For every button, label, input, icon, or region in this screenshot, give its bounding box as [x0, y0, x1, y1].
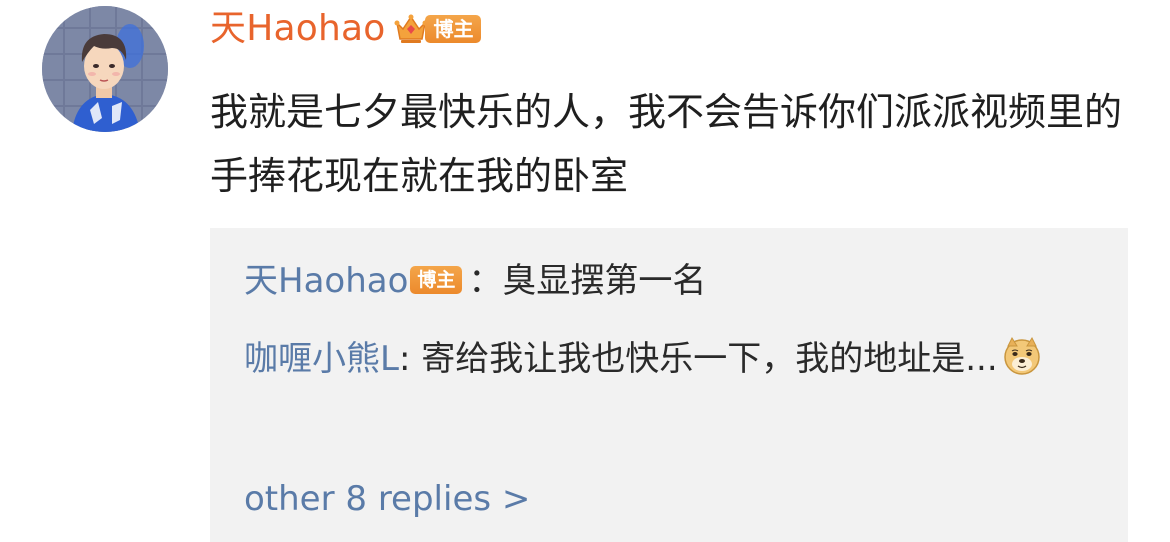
- reply-separator: :: [398, 339, 422, 379]
- reply-item[interactable]: 天Haohao 博主 ：臭显摆第一名: [244, 250, 1104, 312]
- blogger-badge: 博主: [393, 11, 482, 47]
- blogger-badge: 博主: [410, 266, 463, 294]
- crown-icon: [394, 14, 428, 43]
- blogger-badge-label: 博主: [425, 15, 482, 43]
- author-name[interactable]: 天Haohao: [210, 4, 385, 54]
- reply-author[interactable]: 咖喱小熊L: [244, 339, 399, 379]
- comment-text: 我就是七夕最快乐的人，我不会告诉你们派派视频里的手捧花现在就在我的卧室: [210, 90, 1123, 198]
- doge-emoji-icon: [1002, 336, 1042, 376]
- comment-header: 天Haohao 博主: [210, 4, 482, 54]
- replies-box[interactable]: 天Haohao 博主 ：臭显摆第一名 咖喱小熊L: 寄给我让我也快乐一下，我的地址是…: [210, 228, 1128, 542]
- reply-text: 臭显摆第一名: [502, 261, 707, 301]
- reply-separator: ：: [468, 261, 503, 301]
- more-replies-link[interactable]: other 8 replies >: [244, 472, 530, 526]
- comment-card: 天Haohao 博主 我就是七夕最快乐的人，我不会告诉你们派派视频里的手捧花现在…: [0, 0, 1170, 542]
- reply-author[interactable]: 天Haohao: [244, 261, 408, 301]
- reply-text: 寄给我让我也快乐一下，我的地址是...: [421, 339, 998, 379]
- reply-item[interactable]: 咖喱小熊L: 寄给我让我也快乐一下，我的地址是...: [244, 328, 1104, 390]
- avatar[interactable]: [42, 6, 168, 132]
- avatar-image: [42, 6, 168, 132]
